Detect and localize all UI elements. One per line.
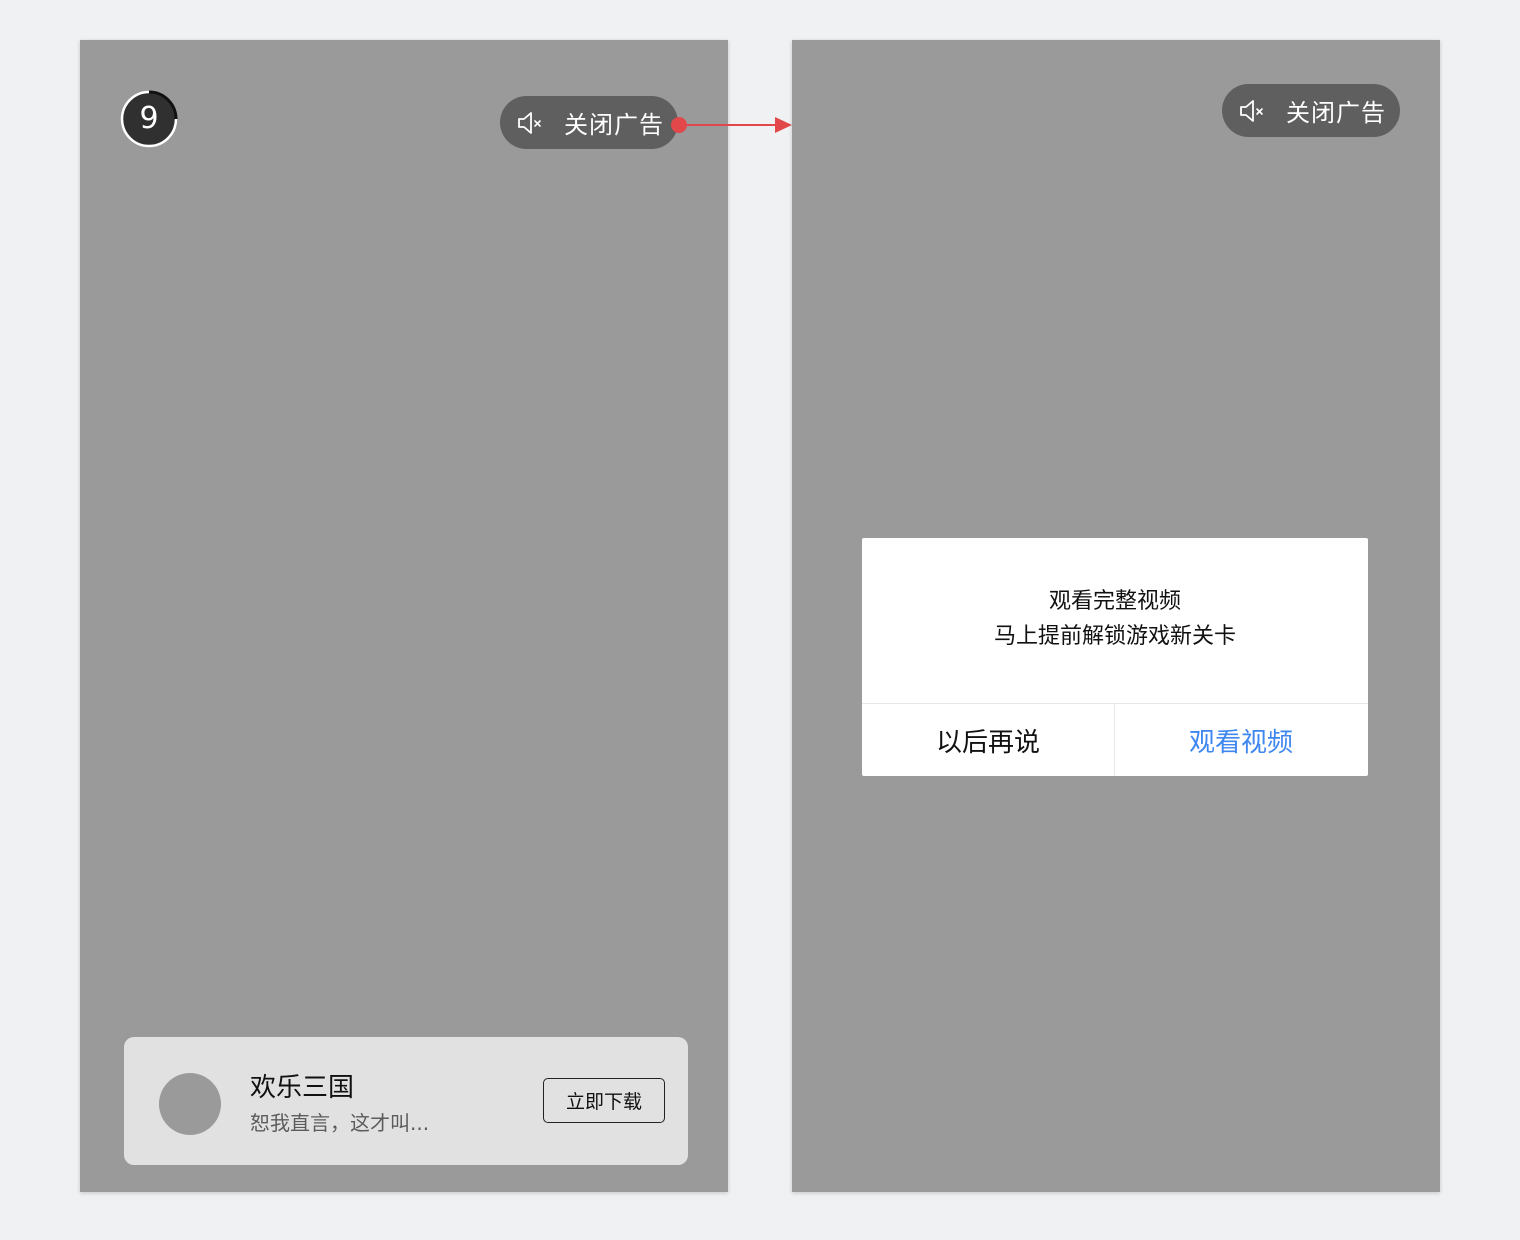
app-icon: [159, 1073, 221, 1135]
speaker-muted-icon[interactable]: [516, 109, 544, 137]
later-button[interactable]: 以后再说: [862, 704, 1114, 776]
confirm-dialog: 观看完整视频 马上提前解锁游戏新关卡 以后再说 观看视频: [862, 538, 1368, 776]
watch-video-button[interactable]: 观看视频: [1115, 704, 1367, 776]
countdown-timer: 9: [120, 90, 178, 148]
dialog-message-line1: 观看完整视频: [1048, 589, 1181, 614]
close-ad-button[interactable]: 关闭广告: [500, 96, 678, 149]
dialog-message-line2: 马上提前解锁游戏新关卡: [993, 624, 1236, 649]
flow-arrow-icon: [671, 117, 792, 133]
ad-video-screen: 9 关闭广告 欢乐三国 恕我直言，这才叫... 立即下载: [80, 40, 728, 1192]
dialog-message: 观看完整视频 马上提前解锁游戏新关卡: [862, 584, 1368, 654]
close-ad-label: 关闭广告: [564, 111, 664, 139]
app-ad-card[interactable]: 欢乐三国 恕我直言，这才叫... 立即下载: [124, 1037, 688, 1165]
unlock-dialog-screen: 关闭广告 观看完整视频 马上提前解锁游戏新关卡 以后再说 观看视频: [792, 40, 1440, 1192]
close-ad-label: 关闭广告: [1286, 99, 1386, 127]
countdown-number: 9: [139, 101, 159, 136]
app-description: 恕我直言，这才叫...: [250, 1111, 430, 1135]
download-now-button[interactable]: 立即下载: [543, 1078, 665, 1123]
app-name: 欢乐三国: [250, 1073, 355, 1103]
speaker-muted-icon[interactable]: [1238, 97, 1266, 125]
close-ad-button[interactable]: 关闭广告: [1222, 84, 1400, 137]
